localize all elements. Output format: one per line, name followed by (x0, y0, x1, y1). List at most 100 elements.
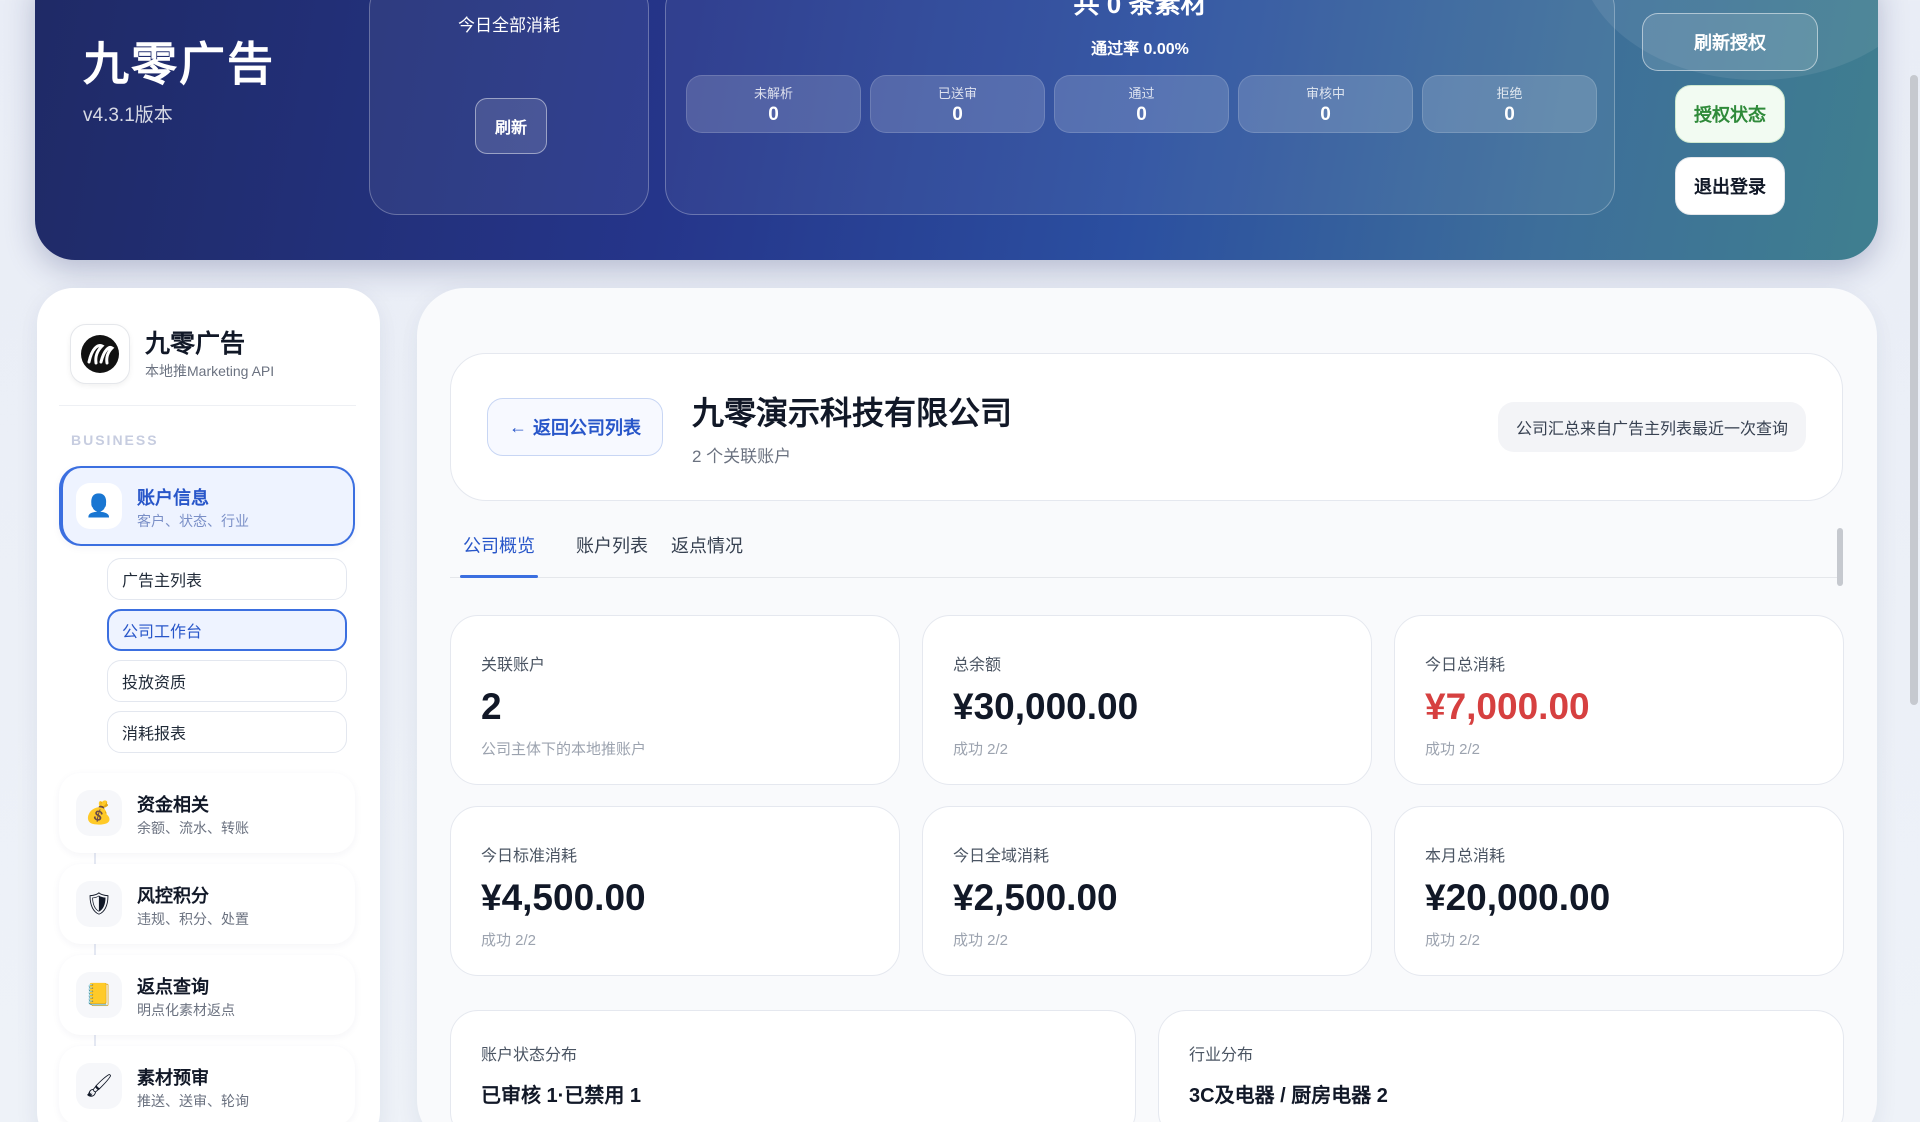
auth-status-button[interactable]: 授权状态 (1675, 85, 1785, 143)
metric-note: 成功 2/2 (1425, 932, 1481, 949)
stat-value: 0 (1136, 103, 1147, 125)
subnav-qualifications[interactable]: 投放资质 (107, 660, 347, 702)
version-label: v4.3.1版本 (83, 105, 173, 126)
tab-bar: 公司概览 账户列表 返点情况 (450, 528, 1843, 586)
tab-company-overview[interactable]: 公司概览 (460, 533, 538, 578)
tab-account-list[interactable]: 账户列表 (573, 533, 651, 578)
ledger-icon: 📒 (76, 972, 122, 1018)
metric-value: ¥30,000.00 (953, 686, 1139, 727)
metric-note: 成功 2/2 (953, 932, 1009, 949)
sidebar-item-funds[interactable]: 💰 资金相关 余额、流水、转账 (59, 773, 355, 853)
sidebar-item-subtitle: 客户、状态、行业 (137, 513, 249, 529)
metric-label: 今日标准消耗 (481, 848, 578, 865)
materials-card: 共 0 条素材 通过率 0.00% 未解析 0 已送审 0 通过 0 审核中 0… (665, 0, 1615, 215)
logout-button[interactable]: 退出登录 (1675, 157, 1785, 215)
subnav-spend-report[interactable]: 消耗报表 (107, 711, 347, 753)
sidebar-item-material-review[interactable]: 🖌 素材预审 推送、送审、轮询 (59, 1046, 355, 1122)
tab-rebate[interactable]: 返点情况 (668, 533, 746, 578)
metric-value: ¥2,500.00 (953, 877, 1118, 918)
brand-logo-icon (70, 324, 130, 384)
sidebar-item-account-info[interactable]: 👤 账户信息 客户、状态、行业 (59, 466, 355, 546)
refresh-button[interactable]: 刷新 (475, 98, 547, 154)
sidebar-item-title: 返点查询 (137, 977, 209, 997)
arrow-left-icon: ← (509, 416, 527, 437)
sidebar-item-subtitle: 推送、送审、轮询 (137, 1093, 249, 1109)
metric-today-total-spend: 今日总消耗 ¥7,000.00 成功 2/2 (1394, 615, 1844, 785)
sidebar-item-rebate[interactable]: 📒 返点查询 明点化素材返点 (59, 955, 355, 1035)
metric-note: 成功 2/2 (481, 932, 537, 949)
distribution-label: 账户状态分布 (481, 1047, 578, 1064)
metric-today-global-spend: 今日全域消耗 ¥2,500.00 成功 2/2 (922, 806, 1372, 976)
summary-source-note: 公司汇总来自广告主列表最近一次查询 (1497, 402, 1806, 452)
materials-total: 共 0 条素材 (1073, 0, 1207, 17)
metric-value: ¥20,000.00 (1425, 877, 1611, 918)
metric-total-balance: 总余额 ¥30,000.00 成功 2/2 (922, 615, 1372, 785)
stat-value: 0 (1320, 103, 1331, 125)
sidebar-item-subtitle: 明点化素材返点 (137, 1002, 235, 1018)
account-status-distribution: 账户状态分布 已审核 1·已禁用 1 (450, 1010, 1136, 1122)
top-header: 九零广告 v4.3.1版本 今日全部消耗 刷新 共 0 条素材 通过率 0.00… (35, 0, 1878, 260)
divider (59, 405, 356, 406)
company-name: 九零演示科技有限公司 (692, 395, 1013, 431)
refresh-auth-button[interactable]: 刷新授权 (1642, 13, 1818, 71)
metric-today-standard-spend: 今日标准消耗 ¥4,500.00 成功 2/2 (450, 806, 900, 976)
back-to-company-list-button[interactable]: ← 返回公司列表 (487, 398, 663, 456)
brand-title: 九零广告 (83, 38, 275, 90)
money-bag-icon: 💰 (76, 790, 122, 836)
sidebar: 九零广告 本地推Marketing API BUSINESS 👤 账户信息 客户… (37, 288, 380, 1122)
metric-label: 本月总消耗 (1425, 848, 1506, 865)
stat-reviewing: 审核中 0 (1238, 75, 1413, 133)
today-spend-label: 今日全部消耗 (458, 16, 560, 35)
company-header-card: ← 返回公司列表 九零演示科技有限公司 2 个关联账户 公司汇总来自广告主列表最… (450, 353, 1843, 501)
stat-label: 通过 (1128, 85, 1155, 101)
stat-label: 审核中 (1305, 85, 1345, 101)
stat-submitted: 已送审 0 (870, 75, 1045, 133)
sidebar-item-subtitle: 违规、积分、处置 (137, 911, 249, 927)
sidebar-item-subtitle: 余额、流水、转账 (137, 820, 249, 836)
metric-note: 成功 2/2 (953, 741, 1009, 758)
user-icon: 👤 (76, 483, 122, 529)
pass-rate: 通过率 0.00% (1091, 41, 1189, 58)
stat-passed: 通过 0 (1054, 75, 1229, 133)
metric-note: 成功 2/2 (1425, 741, 1481, 758)
subnav-company-workbench[interactable]: 公司工作台 (107, 609, 347, 651)
material-stats: 未解析 0 已送审 0 通过 0 审核中 0 拒绝 0 (686, 75, 1597, 133)
sidebar-item-title: 素材预审 (137, 1068, 209, 1088)
metric-linked-accounts: 关联账户 2 公司主体下的本地推账户 (450, 615, 900, 785)
metric-note: 公司主体下的本地推账户 (481, 741, 647, 758)
metric-label: 今日总消耗 (1425, 657, 1506, 674)
distribution-label: 行业分布 (1189, 1047, 1254, 1064)
metric-month-total-spend: 本月总消耗 ¥20,000.00 成功 2/2 (1394, 806, 1844, 976)
stat-unparsed: 未解析 0 (686, 75, 861, 133)
sidebar-item-title: 风控积分 (137, 886, 209, 906)
sidebar-item-title: 资金相关 (137, 795, 209, 815)
subnav-advertiser-list[interactable]: 广告主列表 (107, 558, 347, 600)
shield-icon: 🛡 (76, 881, 122, 927)
back-button-label: 返回公司列表 (533, 418, 641, 438)
stat-value: 0 (1504, 103, 1515, 125)
linked-accounts-count: 2 个关联账户 (692, 447, 792, 466)
page-scrollbar[interactable] (1910, 75, 1918, 705)
brush-icon: 🖌 (76, 1063, 122, 1109)
stat-value: 0 (952, 103, 963, 125)
today-spend-card: 今日全部消耗 刷新 (369, 0, 649, 215)
metric-value: ¥4,500.00 (481, 877, 646, 918)
metric-value: ¥7,000.00 (1425, 686, 1590, 727)
stat-rejected: 拒绝 0 (1422, 75, 1597, 133)
stat-label: 未解析 (753, 85, 793, 101)
tab-scrollbar[interactable] (1837, 528, 1843, 586)
sidebar-brand-subtitle: 本地推Marketing API (145, 363, 275, 379)
industry-distribution: 行业分布 3C及电器 / 厨房电器 2 (1158, 1010, 1844, 1122)
section-label: BUSINESS (71, 432, 159, 448)
stat-label: 已送审 (937, 85, 977, 101)
metric-value: 2 (481, 686, 502, 727)
stat-label: 拒绝 (1496, 85, 1523, 101)
metric-label: 关联账户 (481, 657, 546, 674)
sidebar-item-risk-control[interactable]: 🛡 风控积分 违规、积分、处置 (59, 864, 355, 944)
main-panel: ← 返回公司列表 九零演示科技有限公司 2 个关联账户 公司汇总来自广告主列表最… (417, 288, 1877, 1122)
sidebar-item-title: 账户信息 (137, 488, 209, 508)
metric-label: 今日全域消耗 (953, 848, 1050, 865)
metric-label: 总余额 (953, 657, 1002, 674)
sidebar-brand-name: 九零广告 (145, 330, 246, 358)
distribution-value: 3C及电器 / 厨房电器 2 (1189, 1085, 1388, 1107)
